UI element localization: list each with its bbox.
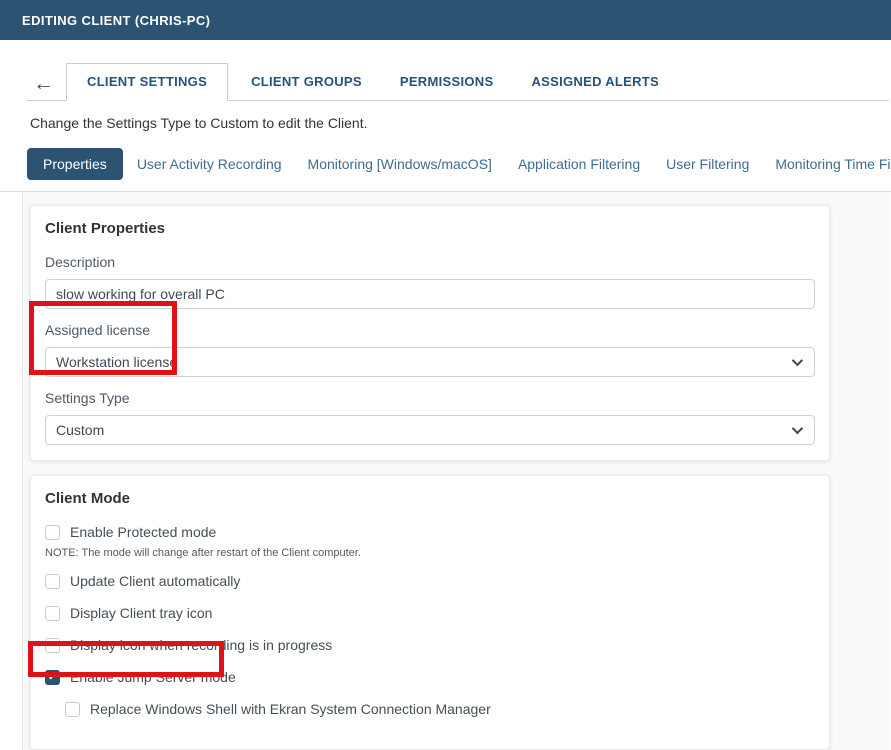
page-title: EDITING CLIENT (CHRIS-PC) [22, 13, 210, 28]
tab-bar: ← CLIENT SETTINGS CLIENT GROUPS PERMISSI… [27, 63, 889, 101]
checkbox-label: Enable Protected mode [70, 524, 216, 540]
subtab-bar: Properties User Activity Recording Monit… [27, 148, 891, 180]
checkbox-label: Replace Windows Shell with Ekran System … [90, 701, 491, 717]
assigned-license-select[interactable]: Workstation license [45, 347, 815, 377]
tab-bar-wrap: ← CLIENT SETTINGS CLIENT GROUPS PERMISSI… [27, 40, 889, 101]
checkbox-row-enable-protected-mode: Enable Protected mode [45, 524, 815, 540]
checkbox-label: Display Client tray icon [70, 605, 212, 621]
update-client-automatically-checkbox[interactable] [45, 574, 60, 589]
client-mode-card: Client Mode Enable Protected mode NOTE: … [30, 475, 830, 750]
subtab-user-filtering[interactable]: User Filtering [666, 156, 749, 172]
subtab-application-filtering[interactable]: Application Filtering [518, 156, 640, 172]
tab-permissions[interactable]: PERMISSIONS [385, 64, 509, 100]
protected-mode-note: NOTE: The mode will change after restart… [45, 547, 815, 559]
subtab-monitoring-time-filtering[interactable]: Monitoring Time Filtering [775, 156, 891, 172]
settings-type-value: Custom [56, 422, 104, 438]
assigned-license-value: Workstation license [56, 354, 177, 370]
chevron-down-icon [792, 423, 803, 434]
card-title: Client Mode [45, 490, 815, 507]
checkmark-icon: ✓ [48, 672, 57, 683]
checkbox-row-display-icon-when-recording: Display icon when recording is in progre… [45, 637, 815, 653]
checkbox-label: Enable Jump Server mode [70, 669, 236, 685]
tab-client-settings[interactable]: CLIENT SETTINGS [66, 63, 228, 101]
subtab-user-activity-recording[interactable]: User Activity Recording [137, 156, 282, 172]
description-input[interactable]: slow working for overall PC [45, 279, 815, 309]
settings-notice: Change the Settings Type to Custom to ed… [30, 115, 891, 131]
subtab-properties[interactable]: Properties [27, 148, 123, 180]
description-label: Description [45, 254, 815, 270]
tab-assigned-alerts[interactable]: ASSIGNED ALERTS [516, 64, 674, 100]
display-icon-when-recording-checkbox[interactable] [45, 638, 60, 653]
checkbox-row-replace-windows-shell: Replace Windows Shell with Ekran System … [65, 701, 815, 717]
settings-type-select[interactable]: Custom [45, 415, 815, 445]
checkbox-row-display-client-tray-icon: Display Client tray icon [45, 605, 815, 621]
checkbox-label: Display icon when recording is in progre… [70, 637, 332, 653]
display-client-tray-icon-checkbox[interactable] [45, 606, 60, 621]
tab-client-groups[interactable]: CLIENT GROUPS [236, 64, 377, 100]
checkbox-label: Update Client automatically [70, 573, 240, 589]
description-input-value: slow working for overall PC [56, 286, 225, 302]
enable-protected-mode-checkbox[interactable] [45, 525, 60, 540]
subtab-monitoring-windows-macos[interactable]: Monitoring [Windows/macOS] [308, 156, 492, 172]
checkbox-row-enable-jump-server-mode: ✓ Enable Jump Server mode [45, 669, 815, 685]
content-area: Client Properties Description slow worki… [22, 192, 889, 750]
chevron-down-icon [792, 355, 803, 366]
back-arrow-icon[interactable]: ← [27, 71, 66, 100]
card-title: Client Properties [45, 220, 815, 237]
client-properties-card: Client Properties Description slow worki… [30, 205, 830, 461]
settings-type-label: Settings Type [45, 390, 815, 406]
replace-windows-shell-checkbox[interactable] [65, 702, 80, 717]
enable-jump-server-mode-checkbox[interactable]: ✓ [45, 670, 60, 685]
app-header: EDITING CLIENT (CHRIS-PC) [0, 0, 891, 40]
checkbox-row-update-client-automatically: Update Client automatically [45, 573, 815, 589]
assigned-license-label: Assigned license [45, 322, 815, 338]
